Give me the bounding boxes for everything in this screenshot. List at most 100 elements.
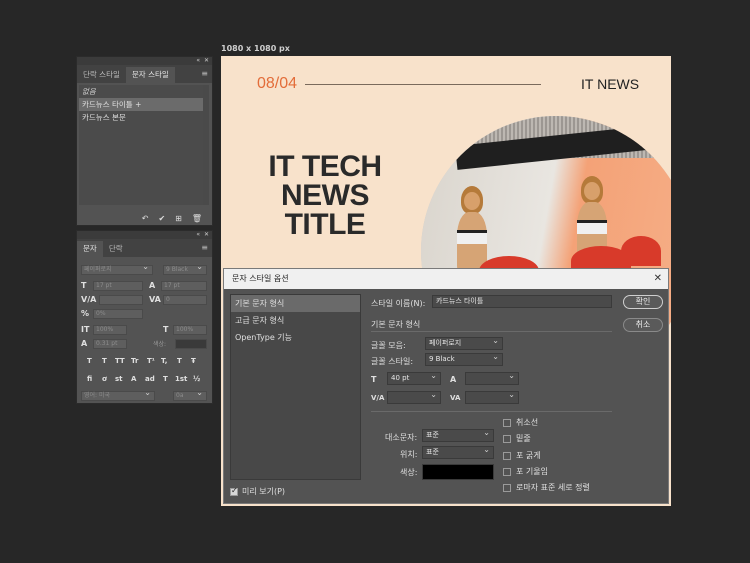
panel-menu-icon[interactable]: ≡ [201, 69, 208, 78]
roman-vertical-option[interactable]: 로마자 표준 세로 정렬 [503, 482, 590, 493]
header-rule [305, 84, 541, 85]
card-date: 08/04 [257, 75, 298, 92]
color-swatch[interactable] [175, 339, 207, 349]
panel-menu-icon[interactable]: ≡ [201, 243, 208, 252]
small-caps-icon[interactable]: Tr [131, 357, 138, 365]
ok-button[interactable]: 확인 [623, 295, 663, 309]
roman-vertical-label: 로마자 표준 세로 정렬 [516, 483, 590, 492]
tab-character[interactable]: 문자 [77, 241, 103, 257]
font-family-select[interactable]: 페이퍼로지 [425, 335, 503, 350]
trash-icon[interactable]: 🗑 [192, 214, 202, 223]
reset-icon[interactable]: ↶ [142, 214, 149, 223]
leading-icon: A [450, 375, 457, 384]
faux-italic-option[interactable]: 포 기울임 [503, 466, 548, 477]
ordinals-icon[interactable]: 1st [175, 375, 187, 383]
tab-paragraph-styles[interactable]: 단락 스타일 [77, 67, 126, 83]
vertical-scale-icon: IT [81, 325, 90, 334]
preview-toggle[interactable]: 미리 보기(P) [230, 486, 285, 497]
cancel-button[interactable]: 취소 [623, 318, 663, 332]
category-advanced[interactable]: 고급 문자 형식 [231, 312, 360, 329]
underline-label: 밑줄 [516, 434, 531, 443]
underline-option[interactable]: 밑줄 [503, 433, 531, 444]
stylistic-alternates-icon[interactable]: ad [145, 375, 155, 383]
horizontal-scale-field[interactable]: 100% [173, 325, 207, 335]
tracking-icon: VA [450, 394, 461, 402]
section-divider [371, 331, 612, 332]
list-item[interactable]: 카드뉴스 타이틀 + [79, 98, 203, 111]
category-list: 기본 문자 형식 고급 문자 형식 OpenType 기능 [230, 294, 361, 480]
faux-bold-icon[interactable]: T [87, 357, 92, 365]
font-size-field[interactable]: 17 pt [93, 281, 143, 291]
check-icon[interactable]: ✔ [158, 214, 165, 223]
color-label: 색상: [400, 468, 418, 477]
typestyle-buttons-row-1: T T TT Tr T¹ T, T Ŧ [87, 357, 207, 367]
collapse-icon[interactable]: « [196, 57, 200, 64]
tracking-field[interactable] [465, 389, 519, 404]
faux-bold-checkbox[interactable] [503, 451, 511, 460]
faux-bold-label: 포 굵게 [516, 451, 541, 460]
category-opentype[interactable]: OpenType 기능 [231, 329, 360, 346]
vertical-scale-field[interactable]: 100% [93, 325, 127, 335]
case-select[interactable]: 표준 [422, 427, 494, 442]
close-icon[interactable]: ✕ [204, 231, 209, 238]
discretionary-ligature-icon[interactable]: st [115, 375, 123, 383]
language-select[interactable]: 영어: 미국 [81, 389, 155, 401]
color-swatch[interactable] [422, 464, 494, 480]
strikethrough-icon[interactable]: Ŧ [191, 357, 196, 365]
tracking-icon: VA [149, 295, 161, 304]
baseline-icon: A [81, 339, 88, 348]
category-basic[interactable]: 기본 문자 형식 [231, 295, 360, 312]
underline-icon[interactable]: T [177, 357, 182, 365]
faux-italic-checkbox[interactable] [503, 467, 511, 476]
list-item[interactable]: 카드뉴스 본문 [79, 111, 203, 124]
font-style-select[interactable]: 9 Black [163, 263, 207, 275]
kerning-field[interactable] [387, 389, 441, 404]
antialias-select[interactable]: 0a [173, 389, 207, 401]
font-family-label: 글꼴 모음: [371, 341, 406, 350]
swash-icon[interactable]: A [131, 375, 136, 383]
card-title: IT TECH NEWS TITLE [259, 152, 391, 240]
titling-icon[interactable]: T [163, 375, 168, 383]
font-size-field[interactable]: 40 pt [387, 370, 441, 385]
character-styles-panel: « ✕ 단락 스타일 문자 스타일 ≡ 없음 카드뉴스 타이틀 + 카드뉴스 본문… [76, 56, 213, 226]
ligature-icon[interactable]: fi [87, 375, 92, 383]
close-icon[interactable]: ✕ [654, 269, 662, 289]
position-label: 위치: [400, 450, 418, 459]
scrollbar[interactable] [203, 85, 209, 205]
kerning-icon: V/A [371, 394, 385, 402]
style-name-input[interactable]: 카드뉴스 타이틀 [432, 295, 612, 308]
fractions-icon[interactable]: ½ [193, 375, 200, 383]
preview-checkbox[interactable] [230, 486, 238, 496]
horizontal-scale-icon: T [163, 325, 169, 334]
tab-paragraph[interactable]: 단락 [103, 241, 129, 257]
baseline-field[interactable]: 0.31 pt [93, 339, 127, 349]
leading-field[interactable]: 17 pt [161, 281, 207, 291]
list-item[interactable]: 없음 [79, 85, 203, 98]
roman-vertical-checkbox[interactable] [503, 483, 511, 492]
strikethrough-option[interactable]: 취소선 [503, 417, 538, 428]
case-label: 대소문자: [385, 433, 418, 442]
position-select[interactable]: 표준 [422, 444, 494, 459]
font-style-select[interactable]: 9 Black [425, 351, 503, 366]
leading-field[interactable] [465, 370, 519, 385]
faux-bold-option[interactable]: 포 굵게 [503, 450, 541, 461]
new-style-icon[interactable]: ⊞ [175, 214, 182, 223]
oldstyle-icon[interactable]: ơ [102, 375, 107, 383]
faux-italic-icon[interactable]: T [102, 357, 107, 365]
subscript-icon[interactable]: T, [161, 357, 167, 365]
color-label: 색상: [153, 341, 167, 348]
superscript-icon[interactable]: T¹ [147, 357, 155, 365]
kerning-icon: V/A [81, 295, 97, 304]
collapse-icon[interactable]: « [196, 231, 200, 238]
strikethrough-checkbox[interactable] [503, 418, 511, 427]
close-icon[interactable]: ✕ [204, 57, 209, 64]
tracking-field[interactable]: 0 [163, 295, 207, 305]
tsume-field[interactable]: 0% [93, 309, 143, 319]
kerning-field[interactable] [99, 295, 143, 305]
font-family-select[interactable]: 페이퍼로지 [81, 263, 153, 275]
tab-character-styles[interactable]: 문자 스타일 [125, 67, 175, 83]
tsume-icon: % [81, 309, 90, 318]
underline-checkbox[interactable] [503, 434, 511, 443]
all-caps-icon[interactable]: TT [115, 357, 125, 365]
font-style-label: 글꼴 스타일: [371, 357, 414, 366]
